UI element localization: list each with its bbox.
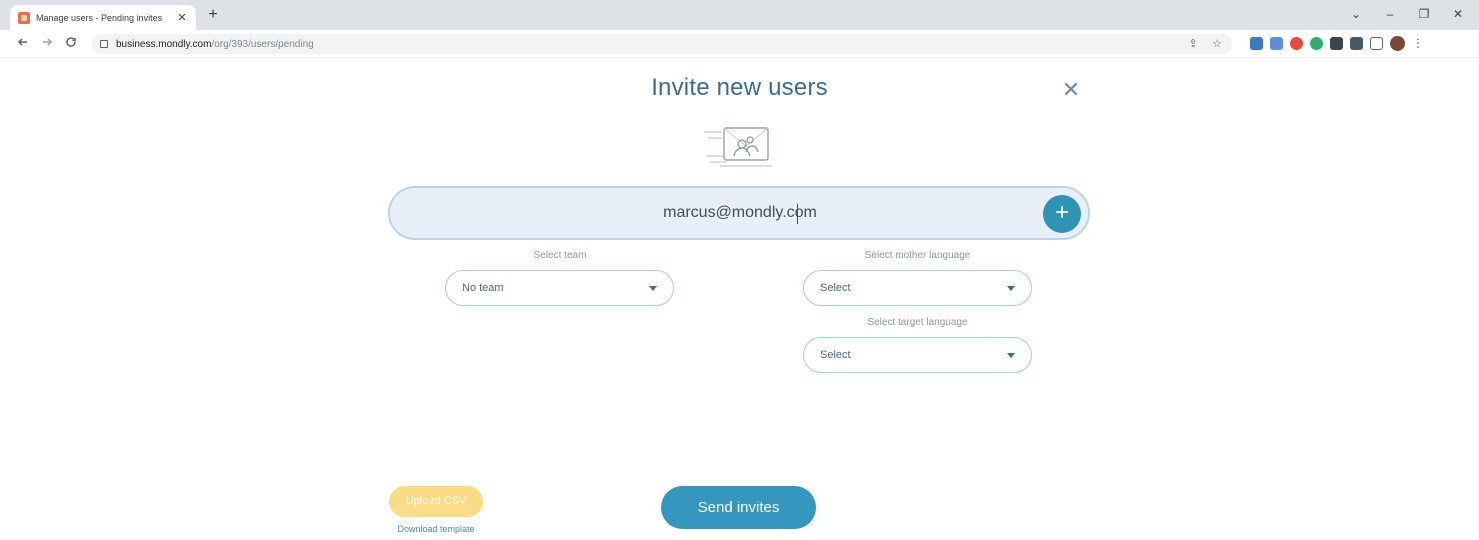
extension-icon[interactable] xyxy=(1250,37,1263,50)
forward-arrow-icon[interactable] xyxy=(38,35,56,53)
invite-illustration-icon xyxy=(704,127,772,167)
mother-language-select-value: Select xyxy=(820,282,851,294)
target-language-label: Select target language xyxy=(867,317,968,328)
close-icon[interactable]: ✕ xyxy=(1060,79,1082,101)
mother-language-label: Select mother language xyxy=(864,250,971,261)
email-input[interactable] xyxy=(430,188,1050,238)
add-email-button[interactable]: + xyxy=(1043,195,1081,233)
minimize-icon[interactable]: – xyxy=(1379,4,1401,24)
text-caret xyxy=(797,204,798,224)
team-label: Select team xyxy=(533,250,587,261)
extensions-row: ⋮ xyxy=(1250,36,1424,51)
team-select-value: No team xyxy=(462,282,504,294)
browser-tab-active[interactable]: Manage users - Pending invites ✕ xyxy=(10,5,196,30)
new-tab-button[interactable]: + xyxy=(204,6,222,24)
email-input-container xyxy=(388,186,1090,240)
window-close-icon[interactable]: ✕ xyxy=(1447,4,1469,24)
menu-kebab-icon[interactable]: ⋮ xyxy=(1412,36,1424,51)
team-select[interactable]: No team xyxy=(445,270,674,306)
target-language-select-value: Select xyxy=(820,349,851,361)
extension-icon[interactable] xyxy=(1270,37,1283,50)
modal-title: Invite new users xyxy=(651,74,828,101)
reload-icon[interactable] xyxy=(62,35,80,53)
chevron-down-icon xyxy=(649,285,657,291)
lock-icon xyxy=(100,40,108,48)
download-template-link[interactable]: Download template xyxy=(380,524,492,534)
browser-tab-strip: Manage users - Pending invites ✕ + ⌄ – ❐… xyxy=(0,0,1479,30)
back-arrow-icon[interactable] xyxy=(14,35,32,53)
share-icon[interactable]: ⇪ xyxy=(1186,36,1200,52)
extension-icon[interactable] xyxy=(1310,37,1323,50)
url-host: business.mondly.com xyxy=(116,38,212,50)
upload-csv-button[interactable]: Upload CSV xyxy=(389,486,483,517)
tab-title: Manage users - Pending invites xyxy=(36,12,163,23)
extension-icon[interactable] xyxy=(1330,37,1343,50)
address-bar[interactable]: business.mondly.com /org/393/users/pendi… xyxy=(92,34,1232,54)
browser-toolbar: business.mondly.com /org/393/users/pendi… xyxy=(0,30,1479,58)
url-path: /org/393/users/pending xyxy=(211,38,314,50)
target-language-select[interactable]: Select xyxy=(803,337,1032,373)
tab-close-icon[interactable]: ✕ xyxy=(176,11,188,24)
mondly-favicon-icon xyxy=(18,11,30,24)
address-bar-actions: ⇪ ☆ xyxy=(1186,36,1224,52)
window-controls: ⌄ – ❐ ✕ xyxy=(1345,4,1469,24)
sidepanel-icon[interactable] xyxy=(1370,37,1383,50)
restore-icon[interactable]: ❐ xyxy=(1413,4,1435,24)
chevron-down-icon xyxy=(1007,285,1015,291)
chevron-down-icon xyxy=(1007,352,1015,358)
send-invites-button[interactable]: Send invites xyxy=(661,486,816,529)
star-icon[interactable]: ☆ xyxy=(1210,36,1224,52)
extension-icon[interactable] xyxy=(1290,37,1303,50)
puzzle-icon[interactable] xyxy=(1350,37,1363,50)
mother-language-select[interactable]: Select xyxy=(803,270,1032,306)
tab-search-icon[interactable]: ⌄ xyxy=(1345,4,1367,24)
profile-avatar[interactable] xyxy=(1390,36,1405,51)
